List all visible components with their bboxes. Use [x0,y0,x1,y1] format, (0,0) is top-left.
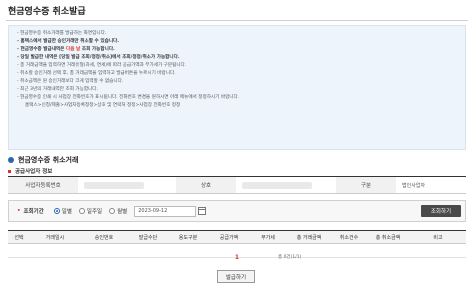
biz-no-header: 사업자등록번호 [8,177,78,193]
search-button[interactable]: 조회하기 [421,205,461,217]
page-count: 총 0건(1/1) [278,255,302,260]
name-header: 상호 [176,177,236,193]
section-title-text: 현금영수증 취소거래 [18,156,79,164]
radio-on-icon [53,208,60,214]
column-header: 부가세 [261,234,275,241]
column-header: 총 취소금액 [375,234,401,241]
biz-no-value [78,177,176,193]
column-header: 승인번호 [94,234,114,241]
issue-button[interactable]: 발급하기 [217,270,255,283]
masked-value [242,181,312,189]
notice-item: - 총 거래금액을 입력하면 거래유형(과세, 면세)에 따라 공급가액과 부가… [17,63,187,68]
period-label: • 조회기간 [17,208,44,215]
radio-daily[interactable]: 일별 [53,207,72,215]
notice-item: - 홈택스에서 발급한 승인거래만 취소할 수 있습니다. [17,39,120,44]
column-header: 거래일시 [45,234,65,241]
notice-item: - 당일 발급한 내역은 [당일 발급 조회/정정/취소]에서 조회/정정/취소… [17,55,180,60]
masked-value [84,181,144,189]
sub-section-title-text: 공급사업자 정보 [15,169,53,175]
notice-item: - 현금영수증 취소거래를 발급하는 화면입니다. [17,31,107,36]
column-header: 용도구분 [178,234,198,241]
radio-off-icon [78,208,85,214]
result-header-row: 선택 거래일시 승인번호 발급수단 용도구분 공급가액 부가세 총 거래금액 취… [8,230,466,244]
radio-monthly[interactable]: 월별 [109,207,127,215]
page-title: 현금영수증 취소발급 [8,7,86,17]
radio-off-icon [109,208,116,214]
notice-item: 홈택스>신청/제출>사업자등록정정>상호 및 연락처 정정>사업장 전화번호 정… [25,103,181,108]
type-value: 법인사업자 [402,182,426,189]
section-bullet-icon [8,157,14,163]
notice-item: - 현금영수증 인쇄 시 사업장 전화번호가 표시됩니다. 전화번호 변경을 원… [17,95,240,100]
notice-item: - 최근 3년의 거래내역만 조회 가능합니다. [17,87,98,92]
notice-highlight: 다음 날 [65,47,81,52]
radio-weekly[interactable]: 일주일 [78,207,102,215]
name-value [236,177,336,193]
column-header: 공급가액 [219,234,239,241]
notice-list: - 현금영수증 취소거래를 발급하는 화면입니다. - 홈택스에서 발급한 승인… [17,30,457,110]
notice-item: - 현금영수증 발급내역은 다음 날 조회 가능합니다. [17,47,115,52]
notice-item: - 취소금액은 원 승인거래보다 크게 입력할 수 없습니다. [17,79,124,84]
page-number[interactable]: 1 [235,254,239,261]
supplier-info-table: 사업자등록번호 상호 구분 법인사업자 [8,176,466,194]
column-header: 발급수단 [138,234,158,241]
sub-section-title: 공급사업자 정보 [8,167,52,175]
notice-box: - 현금영수증 취소거래를 발급하는 화면입니다. - 홈택스에서 발급한 승인… [8,25,466,150]
type-header: 구분 [336,177,396,193]
sub-bullet-icon [8,169,11,173]
column-header: 총 거래금액 [296,234,322,241]
date-input[interactable]: 2023-09-12 [134,205,197,217]
column-header: 취소건수 [339,234,359,241]
calendar-icon[interactable] [198,207,207,215]
column-header: 비고 [433,234,443,241]
pagination: 1 [0,254,474,261]
title-divider [6,20,468,21]
required-mark-icon: • [17,208,21,214]
column-header: 선택 [14,234,24,241]
notice-item: - 취소할 승인거래 선택 후, 총 거래금액을 입력하고 발급버튼을 누르시기… [17,71,176,76]
search-panel: • 조회기간 일별 일주일 월별 2023-09-12 조회하기 [8,200,466,222]
section-title: 현금영수증 취소거래 [8,155,78,165]
